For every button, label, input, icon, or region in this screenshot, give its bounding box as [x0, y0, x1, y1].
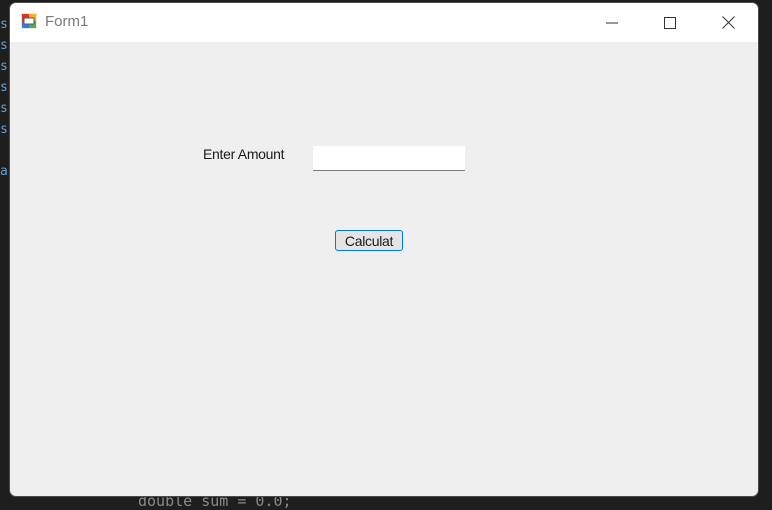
maximize-button[interactable]: [641, 3, 699, 42]
app-icon: [21, 13, 37, 29]
calculate-button[interactable]: Calculat: [335, 230, 403, 251]
minimize-icon: [606, 22, 618, 23]
enter-amount-label: Enter Amount: [203, 146, 285, 162]
amount-input[interactable]: [313, 146, 465, 171]
close-icon: [721, 16, 735, 29]
minimize-button[interactable]: [583, 3, 641, 42]
form1-window: Form1 Enter Amount Calculat: [9, 2, 759, 497]
title-bar[interactable]: Form1: [10, 3, 758, 42]
close-button[interactable]: [699, 3, 757, 42]
window-title: Form1: [45, 13, 89, 30]
maximize-icon: [664, 16, 676, 29]
